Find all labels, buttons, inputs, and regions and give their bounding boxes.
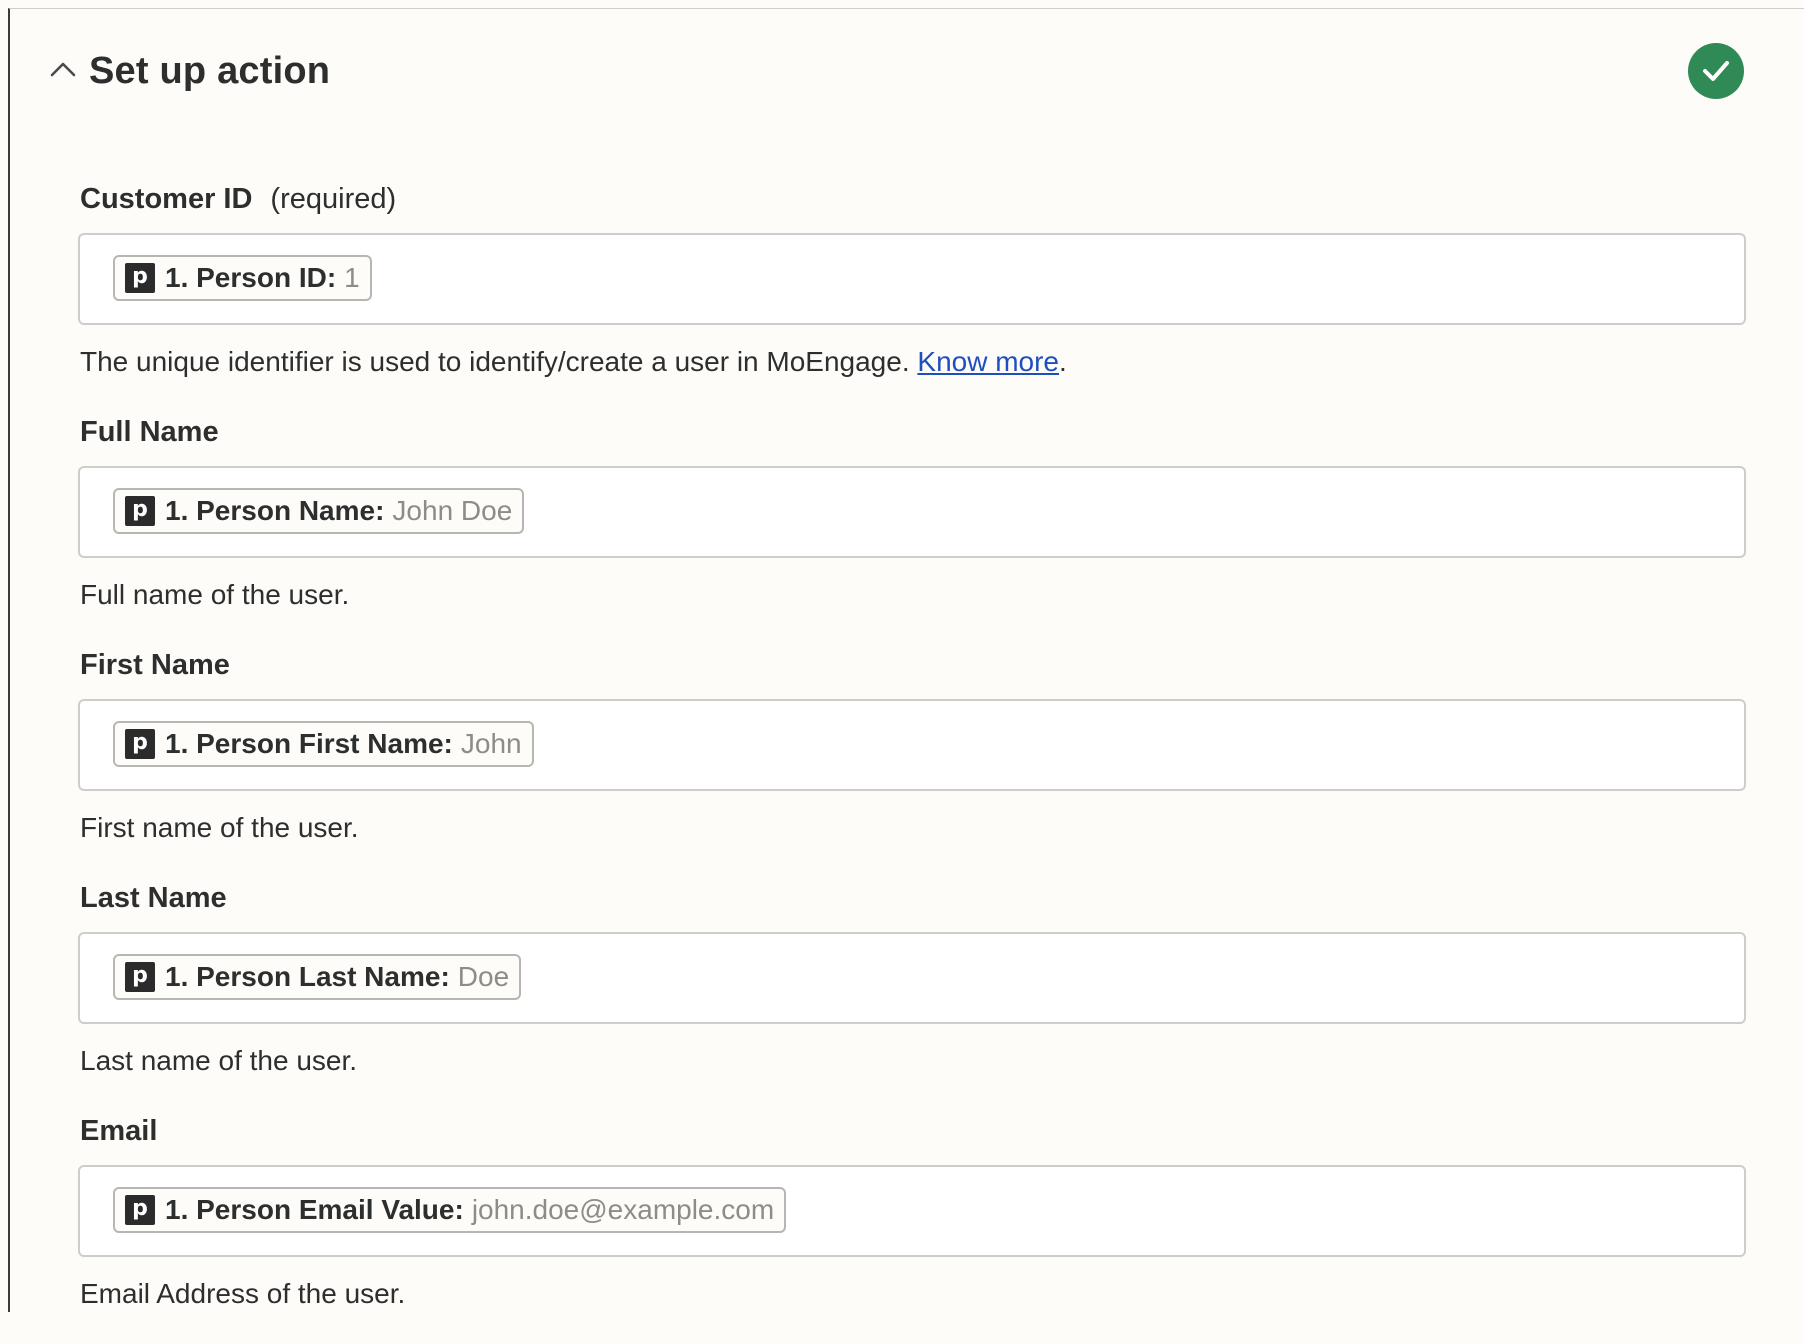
email-input[interactable]: p 1. Person Email Value: john.doe@exampl… [78, 1165, 1746, 1257]
pill-sample-value: 1 [344, 262, 360, 293]
field-help-text: First name of the user. [80, 812, 359, 843]
required-indicator: (required) [270, 183, 397, 215]
pill-label: 1. Person First Name: [165, 728, 453, 759]
setup-action-panel: Set up action Customer ID (required) p 1.… [8, 8, 1804, 1312]
pill-label: 1. Person Name: [165, 495, 385, 526]
pipedrive-app-icon: p [125, 962, 155, 992]
field-email: Email p 1. Person Email Value: john.doe@… [70, 1111, 1750, 1344]
section-header[interactable]: Set up action [38, 39, 1778, 99]
section-title: Set up action [89, 50, 331, 92]
mapped-field-pill[interactable]: p 1. Person ID: 1 [113, 255, 372, 301]
know-more-link[interactable]: Know more [917, 346, 1059, 377]
check-circle-icon [1688, 43, 1744, 99]
full-name-input[interactable]: p 1. Person Name: John Doe [78, 466, 1746, 558]
field-help-text: Last name of the user. [80, 1045, 358, 1076]
chevron-up-icon[interactable] [46, 53, 80, 87]
field-help-text: The unique identifier is used to identif… [80, 346, 1067, 377]
pill-sample-value: John [460, 728, 522, 759]
mapped-field-pill[interactable]: p 1. Person Email Value: john.doe@exampl… [113, 1187, 787, 1233]
field-help-text: Email Address of the user. [80, 1278, 406, 1309]
mapped-field-pill[interactable]: p 1. Person Last Name: Doe [113, 954, 522, 1000]
pipedrive-app-icon: p [125, 729, 155, 759]
field-label: Email [80, 1115, 158, 1147]
pill-sample-value: John Doe [392, 495, 513, 526]
pill-sample-value: john.doe@example.com [471, 1194, 775, 1225]
field-label: Customer ID (required) [80, 183, 397, 215]
first-name-input[interactable]: p 1. Person First Name: John [78, 699, 1746, 791]
last-name-input[interactable]: p 1. Person Last Name: Doe [78, 932, 1746, 1024]
pill-label: 1. Person Email Value: [165, 1194, 464, 1225]
action-form: Customer ID (required) p 1. Person ID: 1 … [70, 179, 1750, 1344]
pill-sample-value: Doe [457, 961, 510, 992]
field-first-name: First Name p 1. Person First Name: John … [70, 645, 1750, 878]
field-full-name: Full Name p 1. Person Name: John Doe Ful… [70, 412, 1750, 645]
field-customer-id: Customer ID (required) p 1. Person ID: 1 … [70, 179, 1750, 412]
pill-label: 1. Person Last Name: [165, 961, 450, 992]
field-label: Last Name [80, 882, 227, 914]
pipedrive-app-icon: p [125, 1195, 155, 1225]
pipedrive-app-icon: p [125, 263, 155, 293]
field-label: First Name [80, 649, 230, 681]
pill-label: 1. Person ID: [165, 262, 337, 293]
mapped-field-pill[interactable]: p 1. Person First Name: John [113, 721, 534, 767]
customer-id-input[interactable]: p 1. Person ID: 1 [78, 233, 1746, 325]
mapped-field-pill[interactable]: p 1. Person Name: John Doe [113, 488, 525, 534]
field-last-name: Last Name p 1. Person Last Name: Doe Las… [70, 878, 1750, 1111]
pipedrive-app-icon: p [125, 496, 155, 526]
field-help-text: Full name of the user. [80, 579, 350, 610]
field-label: Full Name [80, 416, 219, 448]
